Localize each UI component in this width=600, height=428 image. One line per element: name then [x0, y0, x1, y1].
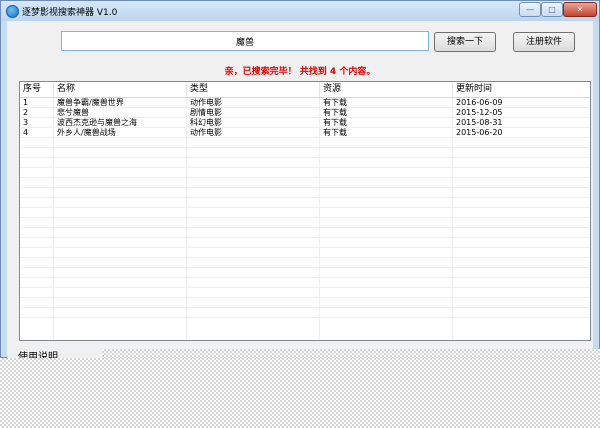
register-button[interactable]: 注册软件 [513, 32, 575, 52]
search-input[interactable] [61, 31, 429, 51]
column-header-index[interactable]: 序号 [20, 82, 54, 97]
maximize-button[interactable]: □ [541, 2, 563, 17]
cell-name: 魔兽争霸/魔兽世界 [57, 98, 124, 107]
cell-name: 悲兮魔兽 [57, 108, 89, 117]
cell-type: 剧情电影 [190, 108, 222, 117]
table-row[interactable]: 4 外乡人/魔兽战场 动作电影 有下载 2015-06-20 [20, 128, 590, 138]
cell-type: 动作电影 [190, 128, 222, 137]
cell-updated: 2015-06-20 [456, 128, 503, 137]
table-row[interactable] [20, 278, 590, 288]
table-row[interactable] [20, 298, 590, 308]
table-row[interactable] [20, 228, 590, 238]
search-button[interactable]: 搜索一下 [434, 32, 496, 52]
cell-index: 2 [23, 108, 29, 117]
cell-index: 3 [23, 118, 29, 127]
app-window: 逐梦影视搜索神器 V1.0 — □ ✕ 搜索一下 注册软件 亲，已搜索完毕！ 共… [0, 0, 600, 363]
table-row[interactable]: 1 魔兽争霸/魔兽世界 动作电影 有下载 2016-06-09 [20, 98, 590, 108]
table-body: 1 魔兽争霸/魔兽世界 动作电影 有下载 2016-06-09 2 悲兮魔兽 剧情电影 有下载 2… [20, 98, 590, 318]
cell-name: 波西杰克逊与魔兽之海 [57, 118, 137, 127]
cell-type: 动作电影 [190, 98, 222, 107]
table-row[interactable] [20, 218, 590, 228]
table-row[interactable] [20, 138, 590, 148]
cell-updated: 2015-08-31 [456, 118, 503, 127]
table-row[interactable]: 2 悲兮魔兽 剧情电影 有下载 2015-12-05 [20, 108, 590, 118]
table-row[interactable] [20, 208, 590, 218]
column-header-updated[interactable]: 更新时间 [453, 82, 590, 97]
table-row[interactable] [20, 148, 590, 158]
table-row[interactable] [20, 268, 590, 278]
transparent-region [102, 349, 600, 358]
cell-index: 4 [23, 128, 29, 137]
main-panel: 搜索一下 注册软件 亲，已搜索完毕！ 共找到 4 个内容。 序号 名称 类型 资… [7, 21, 593, 363]
close-button[interactable]: ✕ [563, 2, 597, 17]
column-header-type[interactable]: 类型 [187, 82, 320, 97]
table-row[interactable] [20, 198, 590, 208]
search-status-message: 亲，已搜索完毕！ 共找到 4 个内容。 [224, 67, 376, 77]
cell-updated: 2015-12-05 [456, 108, 503, 117]
cell-updated: 2016-06-09 [456, 98, 503, 107]
table-row[interactable] [20, 188, 590, 198]
table-row[interactable] [20, 158, 590, 168]
cell-index: 1 [23, 98, 29, 107]
column-header-name[interactable]: 名称 [54, 82, 187, 97]
table-row[interactable] [20, 308, 590, 318]
table-row[interactable] [20, 248, 590, 258]
table-row[interactable] [20, 178, 590, 188]
app-logo-icon [6, 5, 19, 18]
table-row[interactable]: 3 波西杰克逊与魔兽之海 科幻电影 有下载 2015-08-31 [20, 118, 590, 128]
results-table[interactable]: 序号 名称 类型 资源 更新时间 1 魔兽争霸/魔兽世界 动作电影 有下载 2016-0… [19, 81, 591, 341]
minimize-button[interactable]: — [519, 2, 541, 17]
cell-type: 科幻电影 [190, 118, 222, 127]
table-row[interactable] [20, 168, 590, 178]
cell-source: 有下载 [323, 128, 347, 137]
table-header: 序号 名称 类型 资源 更新时间 [20, 82, 590, 98]
window-title: 逐梦影视搜索神器 V1.0 [22, 8, 118, 18]
table-row[interactable] [20, 238, 590, 248]
cell-source: 有下载 [323, 98, 347, 107]
cell-source: 有下载 [323, 118, 347, 127]
title-bar[interactable]: 逐梦影视搜索神器 V1.0 — □ ✕ [1, 1, 599, 21]
column-header-source[interactable]: 资源 [320, 82, 453, 97]
transparent-region [0, 358, 600, 428]
table-row[interactable] [20, 258, 590, 268]
cell-name: 外乡人/魔兽战场 [57, 128, 116, 137]
cell-source: 有下载 [323, 108, 347, 117]
table-row[interactable] [20, 288, 590, 298]
